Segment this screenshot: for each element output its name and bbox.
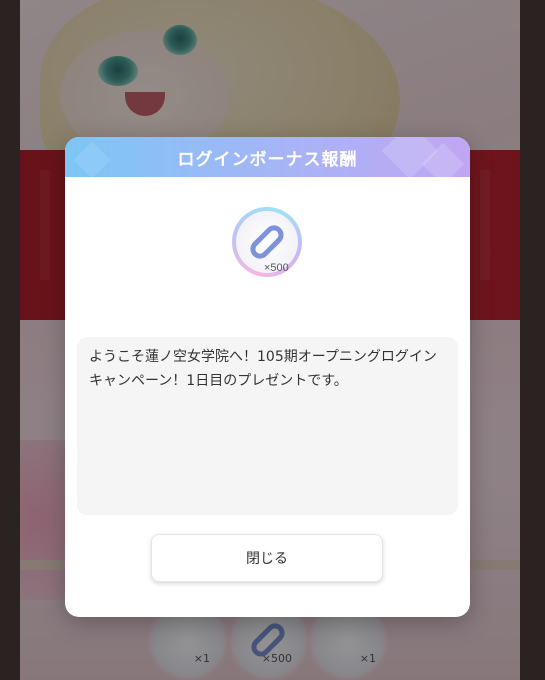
dialog-title: ログインボーナス報酬	[177, 149, 358, 170]
header-decoration	[73, 141, 111, 177]
message-box: ようこそ蓮ノ空女学院へ！105期オープニングログインキャンペーン！1日目のプレゼ…	[77, 337, 458, 515]
reward-item: ×500	[232, 207, 302, 277]
reward-quantity: ×500	[264, 262, 289, 274]
close-button[interactable]: 閉じる	[151, 534, 383, 582]
login-bonus-dialog: ログインボーナス報酬 ×500 ようこそ蓮ノ空女学院へ！105期オープニングログ…	[65, 137, 470, 617]
dialog-header: ログインボーナス報酬	[65, 137, 470, 177]
s-currency-icon	[250, 225, 284, 259]
